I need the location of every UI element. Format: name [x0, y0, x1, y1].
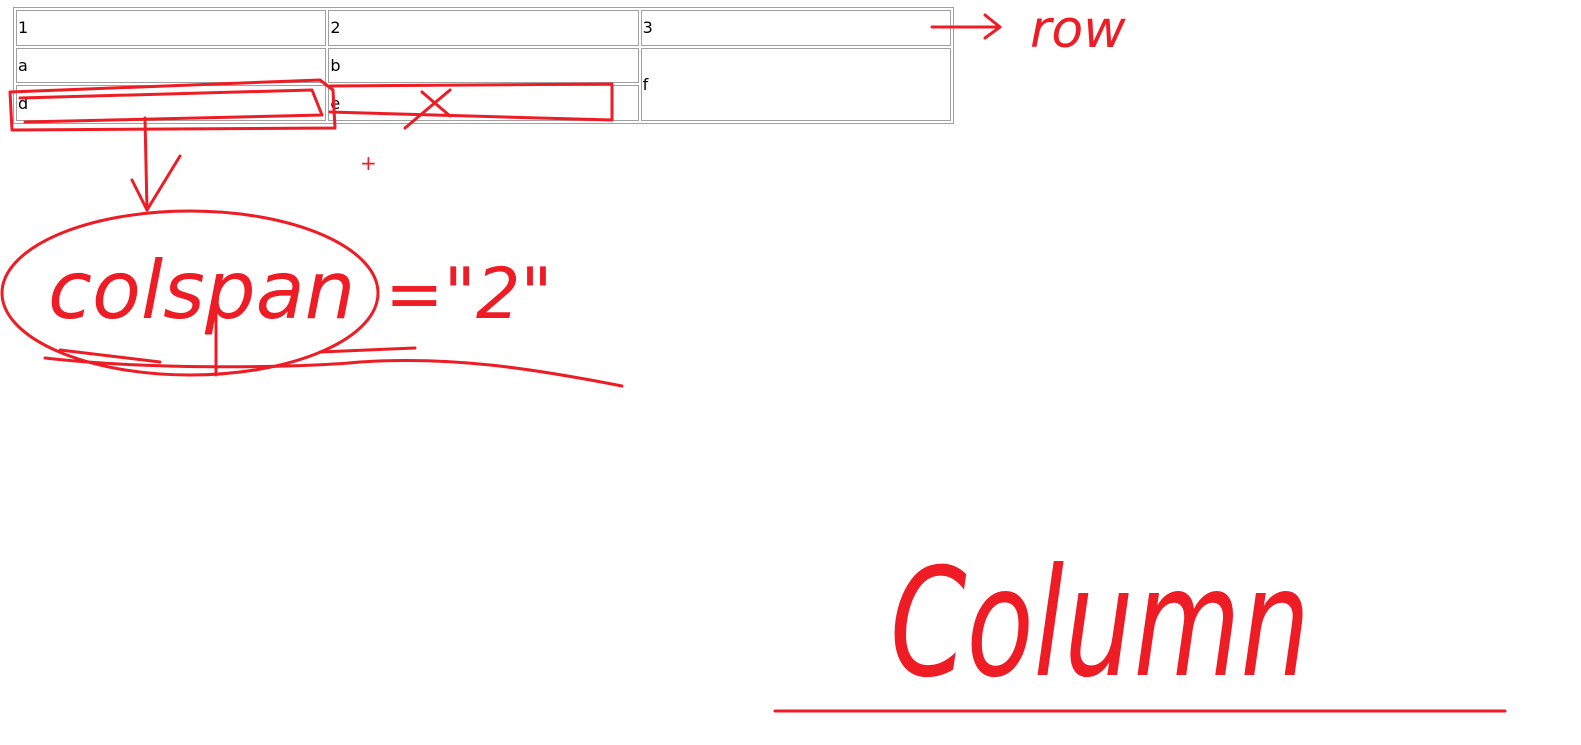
table-row: 1 2 3	[16, 10, 951, 46]
table-cell: a	[16, 47, 327, 84]
table-row: a b f	[16, 47, 951, 121]
row-annotation-text: row	[1030, 0, 1126, 60]
table-cell: 1	[16, 10, 327, 46]
table-cell: e	[328, 85, 639, 121]
column-annotation-text: Column	[890, 537, 1310, 711]
colspan-annotation-text: colspan	[48, 244, 355, 337]
colspan-underline-2	[58, 346, 417, 364]
colspan-ellipse	[0, 209, 380, 377]
table-cell: 2	[328, 10, 639, 46]
plus-cursor-icon: +	[360, 151, 377, 175]
table-cell: d	[16, 85, 327, 121]
demo-table: 1 2 3 a b f d e	[13, 7, 954, 124]
colspan-value-text: ="2"	[385, 253, 553, 335]
table-cell: 3	[640, 10, 951, 46]
table-cell-rowspan: f	[640, 47, 951, 121]
colspan-arrow	[130, 116, 182, 212]
colspan-underline	[43, 356, 624, 388]
table-cell: b	[328, 47, 639, 84]
